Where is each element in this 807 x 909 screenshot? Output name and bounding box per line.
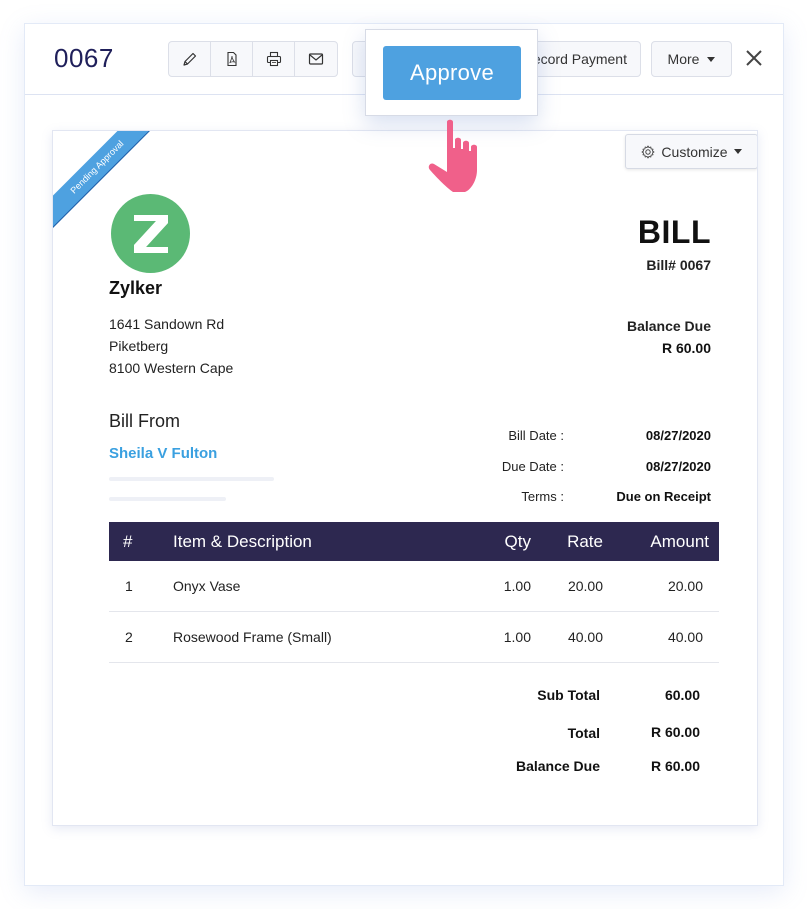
approve-popover: Approve [365,29,538,116]
terms-label: Terms : [521,489,564,504]
pdf-button[interactable] [211,42,253,76]
total-value: R 60.00 [650,724,700,740]
bill-from-label: Bill From [109,411,180,431]
balance-due-total-label: Balance Due [515,758,600,774]
row-qty: 1.00 [503,578,531,594]
pointer-hand-icon [428,119,477,192]
row-qty: 1.00 [503,629,531,645]
gear-icon [641,145,655,158]
z-logo-icon [133,214,168,253]
caret-down-icon [733,149,742,154]
print-button[interactable] [253,42,295,76]
row-description: Onyx Vase [173,578,241,594]
row-amount: 20.00 [667,578,703,594]
total-label: Total [567,725,600,741]
action-icon-group [168,41,338,77]
more-label: More [667,51,700,67]
bill-id-title: 0067 [54,43,114,73]
subtotal-label: Sub Total [537,687,600,703]
customize-button[interactable]: Customize [625,134,757,169]
more-menu-button[interactable]: More [651,41,732,77]
table-row: 1 Onyx Vase 1.00 20.00 20.00 [109,561,719,612]
company-logo [111,194,190,273]
row-number: 1 [125,578,133,594]
row-amount: 40.00 [667,629,703,645]
edit-icon [182,52,196,66]
address-line: Piketberg [109,338,169,354]
address-line: 1641 Sandown Rd [109,316,225,332]
row-number: 2 [125,629,133,645]
row-description: Rosewood Frame (Small) [173,629,332,645]
balance-due-label: Balance Due [626,318,711,334]
col-header-qty: Qty [504,531,531,551]
subtotal-value: 60.00 [664,687,700,703]
table-row: 2 Rosewood Frame (Small) 1.00 40.00 40.0… [109,612,719,663]
placeholder-line [109,497,226,501]
pdf-icon [226,51,237,67]
table-header: # Item & Description Qty Rate Amount [109,522,719,561]
approve-button[interactable]: Approve [383,46,521,100]
bill-number: Bill# 0067 [646,257,711,273]
company-name: Zylker [109,278,163,298]
mail-icon [308,53,324,65]
bill-date-label: Bill Date : [508,428,564,443]
due-date-label: Due Date : [501,459,564,474]
record-payment-button[interactable]: Record Payment [521,41,641,77]
items-table: # Item & Description Qty Rate Amount 1 O… [109,522,719,663]
document-title: BILL [637,214,711,250]
balance-due-value: R 60.00 [661,340,711,356]
col-header-amount: Amount [650,531,709,551]
print-icon [266,51,281,67]
address-line: 8100 Western Cape [109,360,234,376]
row-rate: 40.00 [567,629,603,645]
bill-window: 0067 Record Payment More Pending Approva… [24,23,784,886]
customize-label: Customize [661,143,728,160]
col-header-description: Item & Description [173,531,312,551]
balance-due-total-value: R 60.00 [650,758,700,774]
placeholder-line [109,477,274,481]
terms-value: Due on Receipt [616,489,711,504]
caret-down-icon [707,56,716,62]
edit-button[interactable] [169,42,211,76]
bill-date-value: 08/27/2020 [645,428,711,443]
col-header-rate: Rate [567,531,603,551]
vendor-name-link[interactable]: Sheila V Fulton [109,445,217,462]
due-date-value: 08/27/2020 [645,459,711,474]
close-icon[interactable] [743,47,765,69]
email-button[interactable] [295,42,337,76]
col-header-number: # [123,531,133,551]
bill-document: Pending Approval Customize Zylker 1641 S… [52,130,758,826]
row-rate: 20.00 [567,578,603,594]
